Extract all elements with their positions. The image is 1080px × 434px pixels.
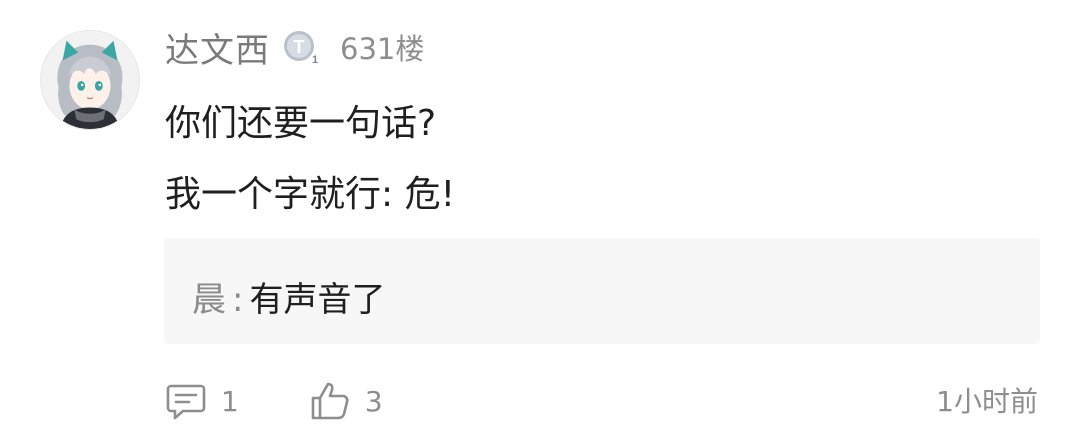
avatar-image <box>41 31 139 129</box>
comment-card: 达文西 T 1 631楼 你们还要一句话? 我一个字就行: 危! 晨: 有声音了 … <box>0 0 1080 434</box>
reply-preview[interactable]: 晨: 有声音了 <box>164 238 1040 344</box>
comment-header: 达文西 T 1 631楼 <box>165 22 424 72</box>
reply-line: 晨: 有声音了 <box>192 272 385 321</box>
like-button[interactable]: 3 <box>309 380 383 422</box>
level-badge-icon: T 1 <box>282 28 320 66</box>
floor-number: 631楼 <box>340 32 425 66</box>
like-count: 3 <box>364 384 383 418</box>
reply-count: 1 <box>221 384 239 418</box>
username[interactable]: 达文西 <box>165 23 270 72</box>
comment-text-line-1: 你们还要一句话? <box>165 103 437 144</box>
reply-author[interactable]: 晨 <box>192 280 226 320</box>
reply-text: 有声音了 <box>249 280 386 320</box>
level-badge-letter: T <box>294 37 305 57</box>
comment-text-line-2: 我一个字就行: 危! <box>165 174 456 215</box>
reply-separator: : <box>232 280 244 320</box>
comment-icon <box>166 384 206 420</box>
thumbs-up-icon <box>311 382 349 420</box>
comment-actions: 1 3 <box>165 376 383 426</box>
reply-button[interactable]: 1 <box>165 380 239 422</box>
avatar[interactable] <box>40 30 140 130</box>
level-badge-number: 1 <box>312 54 318 66</box>
timestamp: 1小时前 <box>936 385 1038 418</box>
